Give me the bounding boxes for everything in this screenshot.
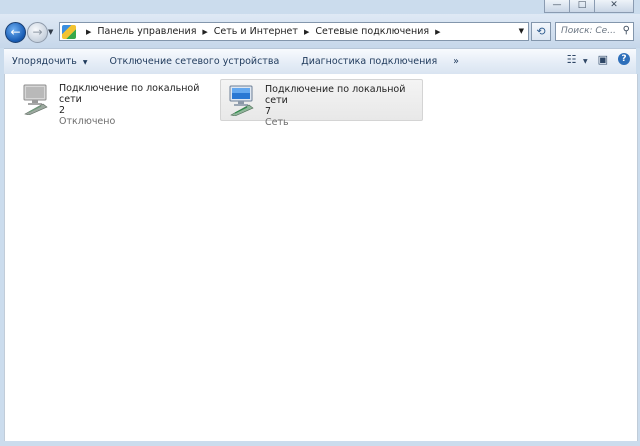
view-icon: ☷: [566, 53, 577, 66]
breadcrumb-separator-icon[interactable]: ▶: [304, 28, 309, 36]
recent-pages-dropdown-icon[interactable]: ▼: [48, 28, 53, 36]
toolbar-right-group: ☷ ▼ ▣ ?: [567, 53, 630, 66]
disable-device-button[interactable]: Отключение сетевого устройства: [101, 56, 287, 67]
back-button[interactable]: ←: [5, 22, 26, 43]
diagnose-connection-button[interactable]: Диагностика подключения: [293, 56, 445, 67]
breadcrumb-network-internet[interactable]: Сеть и Интернет: [214, 26, 298, 37]
breadcrumb-separator-icon[interactable]: ▶: [86, 28, 91, 36]
breadcrumb-control-panel[interactable]: Панель управления: [97, 26, 196, 37]
connection-item-lan2[interactable]: Подключение по локальной сети 2 Отключен…: [15, 79, 215, 127]
network-adapter-connected-icon: [229, 85, 254, 116]
change-view-button[interactable]: ☷ ▼: [567, 53, 588, 66]
minimize-button[interactable]: —: [544, 0, 570, 13]
connections-list: Подключение по локальной сети 2 Отключен…: [4, 74, 638, 441]
breadcrumb-separator-icon[interactable]: ▶: [435, 28, 440, 36]
window-bottom-frame: [0, 441, 640, 446]
connection-name-suffix: 7: [265, 106, 272, 117]
network-adapter-disabled-icon: [23, 84, 48, 115]
chevron-down-icon: ▼: [82, 59, 88, 66]
connection-status: Отключено: [59, 116, 116, 127]
connection-status: Сеть: [265, 117, 289, 128]
maximize-button[interactable]: □: [569, 0, 595, 13]
connection-text: Подключение по локальной сети 2 Отключен…: [59, 83, 215, 127]
organize-label: Упорядочить: [12, 56, 77, 67]
more-commands-button[interactable]: »: [445, 56, 467, 67]
breadcrumb-separator-icon[interactable]: ▶: [202, 28, 207, 36]
control-panel-icon: [62, 24, 76, 39]
connection-name: Подключение по локальной сети: [265, 84, 406, 106]
search-input[interactable]: Поиск: Се... ⚲: [555, 22, 634, 41]
search-icon[interactable]: ⚲: [623, 25, 630, 36]
connection-name: Подключение по локальной сети: [59, 83, 200, 105]
close-button[interactable]: ✕: [594, 0, 634, 13]
address-history-dropdown-icon[interactable]: ▼: [519, 27, 524, 35]
chevron-down-icon: ▼: [582, 58, 588, 65]
forward-button[interactable]: →: [27, 22, 48, 43]
search-placeholder: Поиск: Се...: [561, 26, 616, 36]
preview-pane-button[interactable]: ▣: [598, 53, 608, 66]
connection-item-lan7[interactable]: Подключение по локальной сети 7 Сеть: [220, 79, 423, 128]
refresh-button[interactable]: ⟲: [531, 22, 551, 41]
connection-text: Подключение по локальной сети 7 Сеть: [265, 84, 421, 128]
breadcrumb-network-connections[interactable]: Сетевые подключения: [315, 26, 429, 37]
help-button[interactable]: ?: [618, 53, 630, 65]
command-toolbar: Упорядочить ▼ Отключение сетевого устройс…: [4, 48, 636, 75]
address-bar[interactable]: ▶ Панель управления ▶ Сеть и Интернет ▶ …: [59, 22, 529, 41]
navigation-bar: ← → ▼ ▶ Панель управления ▶ Сеть и Интер…: [0, 14, 640, 48]
organize-button[interactable]: Упорядочить ▼: [4, 56, 95, 67]
connection-name-suffix: 2: [59, 105, 66, 116]
window-caption-buttons: — □ ✕: [544, 0, 634, 13]
